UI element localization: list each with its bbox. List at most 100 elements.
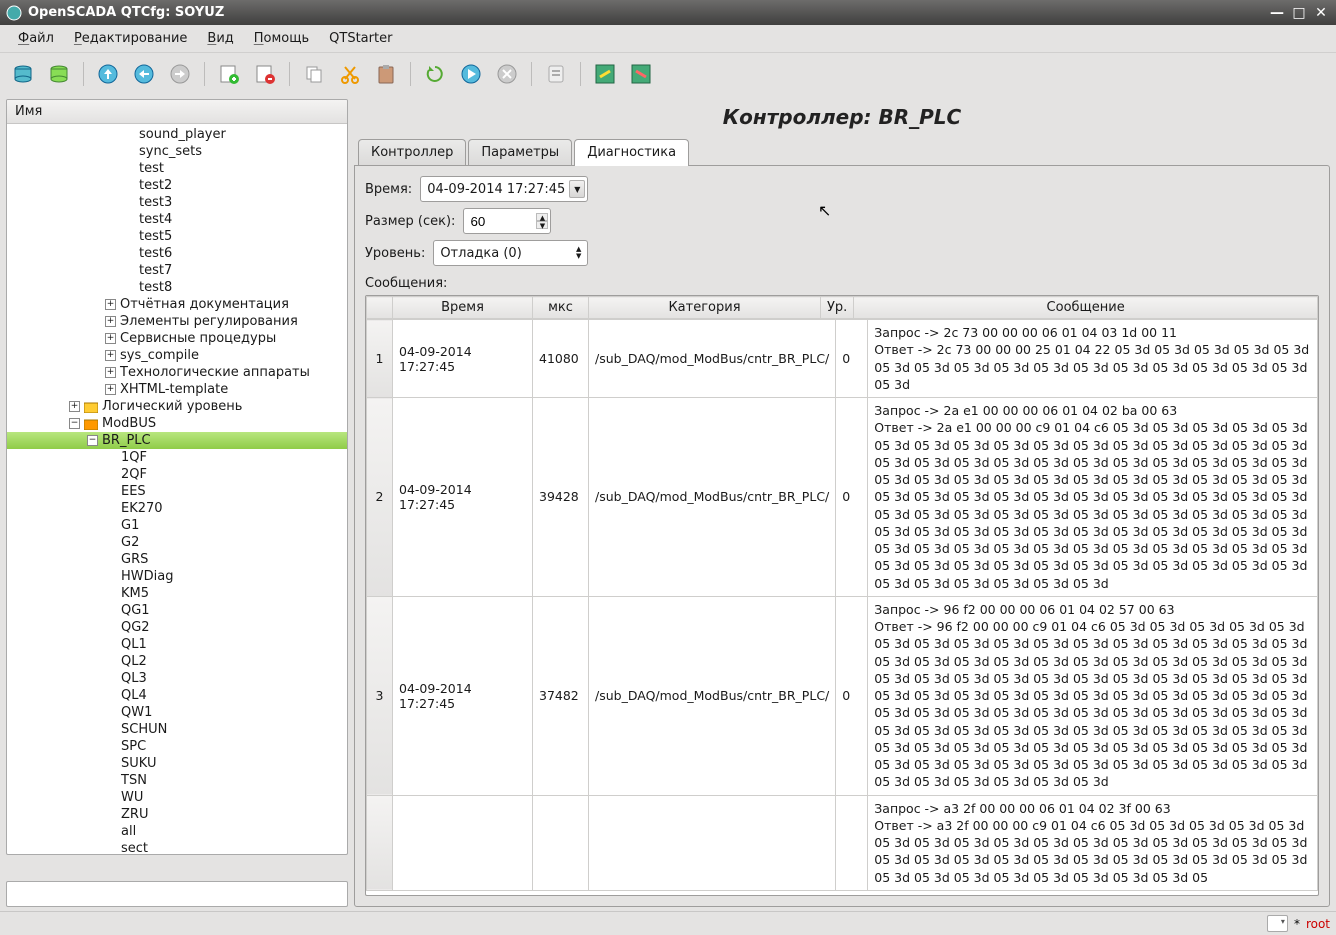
- start-icon[interactable]: [454, 57, 488, 91]
- refresh-icon[interactable]: [418, 57, 452, 91]
- tree-item[interactable]: EK270: [7, 500, 347, 517]
- spin-down-icon[interactable]: ▼: [536, 221, 548, 229]
- tree-item[interactable]: sync_sets: [7, 143, 347, 160]
- tree-item[interactable]: SPC: [7, 738, 347, 755]
- tree-expander-icon[interactable]: +: [105, 367, 116, 378]
- tree-expander-icon[interactable]: +: [105, 316, 116, 327]
- nav-back-icon[interactable]: [127, 57, 161, 91]
- nav-forward-icon[interactable]: [163, 57, 197, 91]
- table-row[interactable]: Запрос -> a3 2f 00 00 00 06 01 04 02 3f …: [367, 795, 1318, 890]
- size-input[interactable]: [470, 214, 534, 229]
- tree-item[interactable]: test8: [7, 279, 347, 296]
- window-maximize-icon[interactable]: □: [1290, 5, 1308, 21]
- table-header[interactable]: Сообщение: [854, 297, 1318, 319]
- tree-expander-icon[interactable]: −: [69, 418, 80, 429]
- menu-qtstarter[interactable]: QTStarter: [319, 27, 402, 50]
- tree-item[interactable]: −BR_PLC: [7, 432, 347, 449]
- tree-item[interactable]: TSN: [7, 772, 347, 789]
- tree-expander-icon[interactable]: −: [87, 435, 98, 446]
- stop-icon[interactable]: [490, 57, 524, 91]
- table-header[interactable]: Категория: [589, 297, 821, 319]
- tree-item[interactable]: +Отчётная документация: [7, 296, 347, 313]
- size-spin[interactable]: ▲ ▼: [463, 208, 551, 234]
- chevron-down-icon[interactable]: ▼: [569, 180, 585, 198]
- status-user[interactable]: root: [1306, 917, 1330, 931]
- tree-item[interactable]: QL1: [7, 636, 347, 653]
- cut-icon[interactable]: [333, 57, 367, 91]
- table-header[interactable]: Время: [393, 297, 533, 319]
- tab-контроллер[interactable]: Контроллер: [358, 139, 466, 165]
- tree-item[interactable]: G2: [7, 534, 347, 551]
- tree-item[interactable]: SCHUN: [7, 721, 347, 738]
- tree-item[interactable]: QG1: [7, 602, 347, 619]
- tree-item[interactable]: QW1: [7, 704, 347, 721]
- paste-icon[interactable]: [369, 57, 403, 91]
- tree-item[interactable]: test3: [7, 194, 347, 211]
- tree-item[interactable]: KM5: [7, 585, 347, 602]
- tree-item[interactable]: QL4: [7, 687, 347, 704]
- link1-icon[interactable]: [588, 57, 622, 91]
- manual-icon[interactable]: [539, 57, 573, 91]
- tab-параметры[interactable]: Параметры: [468, 139, 572, 165]
- tree-item[interactable]: 2QF: [7, 466, 347, 483]
- tree-item[interactable]: 1QF: [7, 449, 347, 466]
- table-row[interactable]: 304-09-2014 17:27:4537482/sub_DAQ/mod_Mo…: [367, 596, 1318, 795]
- tab-диагностика[interactable]: Диагностика: [574, 139, 689, 165]
- tree-item[interactable]: +Элементы регулирования: [7, 313, 347, 330]
- tree-item[interactable]: test7: [7, 262, 347, 279]
- tree-item[interactable]: +XHTML-template: [7, 381, 347, 398]
- tree-item[interactable]: ZRU: [7, 806, 347, 823]
- tree-item[interactable]: test5: [7, 228, 347, 245]
- tree-expander-icon[interactable]: +: [105, 350, 116, 361]
- db-load-icon[interactable]: [6, 57, 40, 91]
- tree-item[interactable]: test: [7, 160, 347, 177]
- tree-expander-icon[interactable]: +: [105, 333, 116, 344]
- tree-item[interactable]: +sys_compile: [7, 347, 347, 364]
- tree-item[interactable]: GRS: [7, 551, 347, 568]
- nav-up-icon[interactable]: [91, 57, 125, 91]
- tree-item[interactable]: WU: [7, 789, 347, 806]
- table-header[interactable]: мкс: [533, 297, 589, 319]
- copy-icon[interactable]: [297, 57, 331, 91]
- tree-item[interactable]: QL3: [7, 670, 347, 687]
- tree-item[interactable]: +Сервисные процедуры: [7, 330, 347, 347]
- menu-редактирование[interactable]: Редактирование: [64, 27, 197, 50]
- window-close-icon[interactable]: ✕: [1312, 5, 1330, 21]
- tree-item[interactable]: EES: [7, 483, 347, 500]
- tree-item[interactable]: sound_player: [7, 126, 347, 143]
- tree-expander-icon[interactable]: +: [69, 401, 80, 412]
- table-header[interactable]: [367, 297, 393, 319]
- tree-item[interactable]: test4: [7, 211, 347, 228]
- tree-item[interactable]: HWDiag: [7, 568, 347, 585]
- tree-item[interactable]: all: [7, 823, 347, 840]
- tree-item[interactable]: G1: [7, 517, 347, 534]
- tree-item[interactable]: +Логический уровень: [7, 398, 347, 415]
- tree-expander-icon[interactable]: +: [105, 299, 116, 310]
- table-header[interactable]: Ур.: [821, 297, 854, 319]
- menu-вид[interactable]: Вид: [197, 27, 243, 50]
- window-minimize-icon[interactable]: —: [1268, 5, 1286, 21]
- item-del-icon[interactable]: [248, 57, 282, 91]
- menu-помощь[interactable]: Помощь: [244, 27, 319, 50]
- tree-item[interactable]: test6: [7, 245, 347, 262]
- level-select[interactable]: Отладка (0) ▲▼: [433, 240, 588, 266]
- tree-item[interactable]: sect: [7, 840, 347, 854]
- item-add-icon[interactable]: [212, 57, 246, 91]
- table-row[interactable]: 104-09-2014 17:27:4541080/sub_DAQ/mod_Mo…: [367, 320, 1318, 398]
- tree-expander-icon[interactable]: +: [105, 384, 116, 395]
- tree-item[interactable]: −ModBUS: [7, 415, 347, 432]
- table-row[interactable]: 204-09-2014 17:27:4539428/sub_DAQ/mod_Mo…: [367, 398, 1318, 597]
- tree-item[interactable]: QL2: [7, 653, 347, 670]
- nav-tree-body[interactable]: sound_playersync_setstesttest2test3test4…: [7, 124, 347, 854]
- link2-icon[interactable]: [624, 57, 658, 91]
- spin-up-icon[interactable]: ▲: [536, 213, 548, 221]
- db-save-icon[interactable]: [42, 57, 76, 91]
- tree-item[interactable]: test2: [7, 177, 347, 194]
- time-combo[interactable]: 04-09-2014 17:27:45 ▼: [420, 176, 588, 202]
- tree-item[interactable]: +Технологические аппараты: [7, 364, 347, 381]
- nav-filter-input[interactable]: [6, 881, 348, 907]
- tree-item[interactable]: SUKU: [7, 755, 347, 772]
- tree-item[interactable]: QG2: [7, 619, 347, 636]
- menu-файл[interactable]: Файл: [8, 27, 64, 50]
- status-combo[interactable]: [1267, 915, 1288, 932]
